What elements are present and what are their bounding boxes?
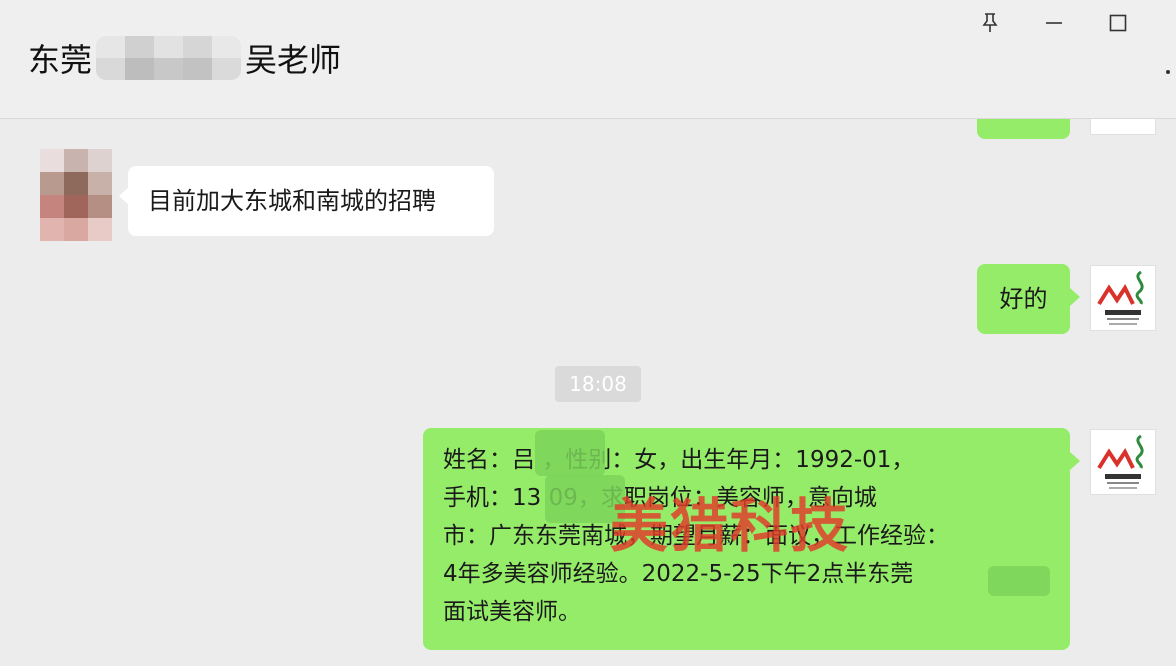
message-bubble-partial (977, 119, 1070, 139)
message-text: 目前加大东城和南城的招聘 (148, 187, 436, 215)
maximize-icon[interactable] (1098, 6, 1138, 40)
chat-title-suffix: 吴老师 (245, 41, 342, 79)
bubble-tail (1070, 452, 1080, 470)
redacted-mosaic (96, 36, 242, 80)
avatar-contact[interactable] (40, 149, 112, 241)
chat-title-prefix: 东莞 (28, 41, 93, 79)
redacted-block (988, 566, 1050, 596)
timestamp: 18:08 (555, 366, 641, 402)
bubble-tail (1070, 288, 1080, 306)
chat-title: 东莞 吴老师 (28, 36, 341, 80)
watermark: 美猎科技 (610, 492, 851, 560)
redacted-block (535, 430, 605, 476)
message-list[interactable]: 目前加大东城和南城的招聘 好的 18:08 姓名：吕 ，性别：女，出生年月：19… (0, 119, 1176, 666)
chat-header: 东莞 吴老师 (0, 0, 1176, 119)
avatar-self-partial (1090, 119, 1156, 135)
message-bubble-contact[interactable]: 目前加大东城和南城的招聘 (128, 166, 494, 236)
message-bubble-self[interactable]: 好的 (977, 264, 1070, 334)
avatar-self[interactable] (1090, 429, 1156, 495)
avatar-self[interactable] (1090, 265, 1156, 331)
pin-icon[interactable] (970, 6, 1010, 40)
minimize-icon[interactable] (1034, 6, 1074, 40)
message-text: 好的 (999, 285, 1048, 313)
more-dot-icon[interactable] (1166, 70, 1170, 74)
